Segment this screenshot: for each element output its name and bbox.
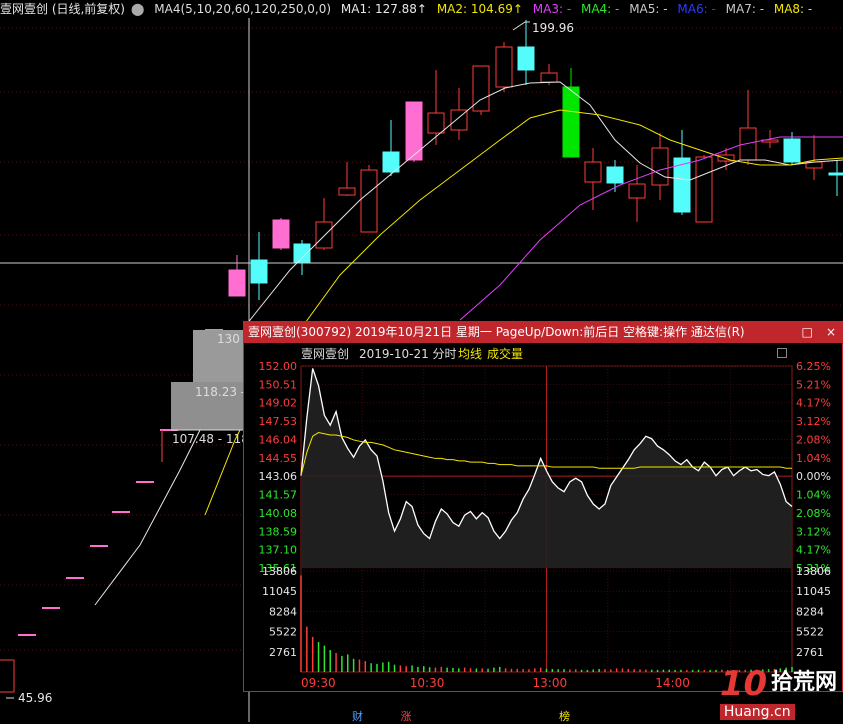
candle-body bbox=[315, 221, 333, 249]
time-tick-label: 14:00 bbox=[655, 676, 690, 690]
candle-body bbox=[651, 147, 669, 186]
dropdown-icon[interactable]: ⬤ bbox=[131, 2, 144, 16]
candle-body bbox=[405, 101, 423, 161]
candle-body bbox=[540, 72, 558, 83]
time-tick-label: 10:30 bbox=[410, 676, 445, 690]
candle-body bbox=[360, 169, 378, 233]
ma6-value: MA6: - bbox=[677, 2, 716, 16]
ma8-value: MA8: - bbox=[773, 2, 813, 16]
candle-body bbox=[495, 46, 513, 88]
pct-tick-label: 2.08% bbox=[796, 507, 831, 520]
price-tick-label: 138.59 bbox=[259, 525, 298, 538]
candle-body bbox=[783, 138, 801, 163]
candle-body bbox=[427, 112, 445, 134]
volume-tick-label-right: 5522 bbox=[796, 626, 824, 639]
intraday-date: 2019-10-21 分时 bbox=[359, 347, 457, 361]
volume-tick-label-right: 11045 bbox=[796, 585, 831, 598]
volume-tick-label: 13806 bbox=[262, 565, 297, 578]
pct-tick-label: 3.12% bbox=[796, 525, 831, 538]
volume-tick-label-right: 8284 bbox=[796, 605, 824, 618]
low-label: 45.96 bbox=[18, 691, 52, 705]
volume-tick-label-right: 2761 bbox=[796, 646, 824, 659]
price-tick-label: 146.04 bbox=[259, 433, 298, 446]
settings-icon[interactable] bbox=[777, 348, 787, 358]
ma3-value: MA3: - bbox=[532, 2, 572, 16]
chart-title[interactable]: 壹网壹创 (日线,前复权) bbox=[0, 2, 125, 16]
pct-tick-label: 2.08% bbox=[796, 433, 831, 446]
price-tick-label: 140.08 bbox=[259, 507, 298, 520]
time-tick-label: 13:00 bbox=[533, 676, 568, 690]
pct-tick-label: 1.04% bbox=[796, 489, 831, 502]
low-candle bbox=[0, 659, 15, 693]
price-tick-label: 144.55 bbox=[259, 452, 298, 465]
intraday-popup-window[interactable]: 壹网壹创(300792) 2019年10月21日 星期一 PageUp/Down… bbox=[243, 321, 843, 692]
ma2-value: MA2: 104.69↑ bbox=[436, 2, 523, 16]
candle-body bbox=[517, 46, 535, 71]
pct-tick-label: 5.21% bbox=[796, 378, 831, 391]
ma7-value: MA7: - bbox=[725, 2, 765, 16]
ma1-value: MA1: 127.88↑ bbox=[340, 2, 427, 16]
pct-tick-label: 4.17% bbox=[796, 397, 831, 410]
volume-tick-label: 11045 bbox=[262, 585, 297, 598]
popup-subtitle: 壹网壹创 2019-10-21 分时 均线 成交量 bbox=[244, 344, 842, 364]
level-label: 107.48 - 118 bbox=[172, 432, 249, 446]
candle-body bbox=[272, 219, 290, 249]
ma5-value: MA5: - bbox=[629, 2, 668, 16]
site-watermark: 10 拾荒网 Huang.cn bbox=[719, 664, 837, 720]
candle-body bbox=[338, 187, 356, 196]
chart-toolbar: 壹网壹创 (日线,前复权) ⬤ MA4(5,10,20,60,120,250,0,… bbox=[0, 0, 818, 18]
candle-body bbox=[628, 183, 646, 199]
intraday-chart[interactable]: 152.00 6.25%150.51 5.21%149.02 4.17%147.53 3… bbox=[244, 322, 842, 691]
pct-tick-label: 0.00% bbox=[796, 470, 831, 483]
candle-body bbox=[606, 166, 624, 184]
volume-tick-label-right: 13806 bbox=[796, 565, 831, 578]
candle-body bbox=[228, 269, 246, 297]
volume-tick-label: 5522 bbox=[269, 626, 297, 639]
avg-line-label[interactable]: 均线 bbox=[458, 344, 482, 364]
high-label: 199.96 bbox=[532, 21, 574, 35]
volume-label[interactable]: 成交量 bbox=[487, 344, 523, 364]
ma4-value: MA4: - bbox=[580, 2, 620, 16]
pct-tick-label: 1.04% bbox=[796, 452, 831, 465]
watermark-logo: 10 bbox=[719, 664, 768, 704]
price-tick-label: 150.51 bbox=[259, 378, 298, 391]
level-label: 118.23 - bbox=[195, 385, 245, 399]
price-tick-label: 141.57 bbox=[259, 489, 298, 502]
time-tick-label: 09:30 bbox=[301, 676, 336, 690]
price-tick-label: 147.53 bbox=[259, 415, 298, 428]
pct-tick-label: 4.17% bbox=[796, 544, 831, 557]
price-tick-label: 143.06 bbox=[259, 470, 298, 483]
pct-tick-label: 3.12% bbox=[796, 415, 831, 428]
candle-body bbox=[739, 127, 757, 161]
candle-body bbox=[584, 161, 602, 183]
candle-body bbox=[695, 156, 713, 223]
stock-name: 壹网壹创 bbox=[301, 347, 350, 361]
high-marker bbox=[512, 21, 530, 31]
candle-body bbox=[828, 172, 843, 176]
price-tick-label: 137.10 bbox=[259, 544, 298, 557]
price-tick-label: 149.02 bbox=[259, 397, 298, 410]
ma-params[interactable]: MA4(5,10,20,60,120,250,0,0) bbox=[154, 2, 331, 16]
candle-body bbox=[562, 86, 580, 158]
volume-tick-label: 8284 bbox=[269, 605, 297, 618]
volume-tick-label: 2761 bbox=[269, 646, 297, 659]
level-label: 130 bbox=[217, 332, 240, 346]
candle-body bbox=[250, 259, 268, 284]
